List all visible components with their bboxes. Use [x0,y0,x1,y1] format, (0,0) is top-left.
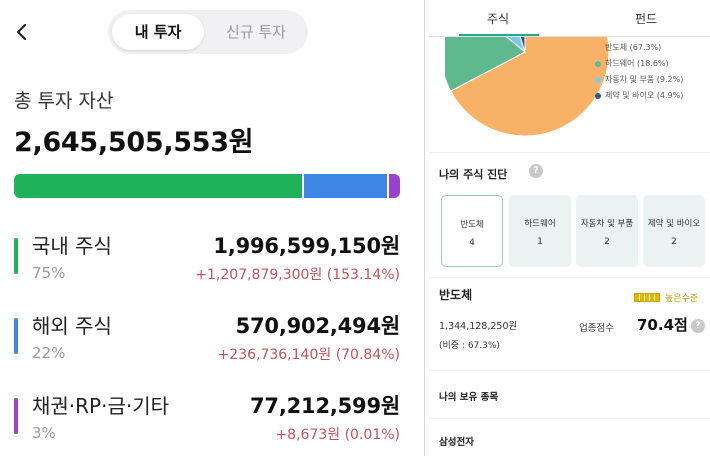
legend-dot [595,93,601,99]
sector-amount: 1,344,128,250원 [439,321,518,332]
asset-gain: +236,736,140원 (70.84%) [217,347,400,363]
tab-new-investment[interactable]: 신규 투자 [208,14,304,50]
asset-row-domestic-stock[interactable]: 국내 주식 75% 1,996,599,150원 +1,207,879,300원… [0,230,420,300]
right-panel: 주식 펀드 반도체 (67.3%) 하드웨어 (18.6%) 자동차 및 부품 … [429,0,710,456]
section-divider [429,370,710,371]
legend-item: 반도체 (67.3%) [595,40,683,56]
asset-percent: 22% [32,344,66,362]
legend-item: 하드웨어 (18.6%) [595,56,683,72]
sector-card-auto[interactable]: 자동차 및 부품 2 [576,195,638,267]
section-divider [429,277,710,278]
asset-percent: 75% [32,264,66,282]
asset-row-bond-rp-gold-other[interactable]: 채권·RP·금·기타 3% 77,212,599원 +8,673원 (0.01%… [0,390,420,456]
level-battery-icon [634,293,660,302]
sector-card-pharma-bio[interactable]: 제약 및 바이오 2 [643,195,705,267]
tab-stocks[interactable]: 주식 [487,10,509,27]
asset-name: 해외 주식 [32,314,112,338]
legend-dot [595,45,601,51]
total-assets-label: 총 투자 자산 [14,90,114,112]
section-divider [429,152,710,153]
left-panel: 내 투자 신규 투자 총 투자 자산 2,645,505,553원 국내 주식 … [0,0,420,456]
sector-card-hardware[interactable]: 하드웨어 1 [509,195,571,267]
asset-amount: 77,212,599원 [250,394,400,418]
legend-item: 자동차 및 부품 (9.2%) [595,72,683,88]
help-icon[interactable]: ? [529,164,543,178]
asset-color-line [14,238,18,274]
stock-diagnosis-title: 나의 주식 진단 [439,168,508,181]
asset-row-foreign-stock[interactable]: 해외 주식 22% 570,902,494원 +236,736,140원 (70… [0,310,420,380]
legend-label: 하드웨어 (18.6%) [605,59,669,68]
sector-card-count: 2 [671,237,677,247]
sector-card-name: 제약 및 바이오 [647,219,701,229]
holding-item[interactable]: 삼성전자 [439,434,474,448]
section-divider [429,418,710,419]
asset-amount: 1,996,599,150원 [213,234,400,258]
sector-card-name: 하드웨어 [524,219,556,229]
allocation-bar-segment [304,174,387,198]
legend-item: 제약 및 바이오 (4.9%) [595,88,683,104]
legend-label: 반도체 (67.3%) [605,43,662,52]
legend-dot [595,77,601,83]
right-tab-bar: 주식 펀드 [429,0,710,37]
tab-funds[interactable]: 펀드 [635,10,657,27]
total-assets-value: 2,645,505,553원 [14,127,254,158]
asset-gain: +8,673원 (0.01%) [275,427,400,443]
sector-card-semiconductor[interactable]: 반도체 4 [441,195,503,267]
sector-card-name: 자동차 및 부품 [580,219,634,229]
asset-amount: 570,902,494원 [235,314,401,338]
level-label: 높은수준 [665,294,699,304]
asset-gain: +1,207,879,300원 (153.14%) [195,267,400,283]
sector-score-value: 70.4점 [637,316,688,334]
sector-card-count: 2 [604,237,610,247]
tab-my-investment[interactable]: 내 투자 [112,14,204,50]
allocation-bar [14,174,400,198]
legend-label: 제약 및 바이오 (4.9%) [605,91,684,100]
chevron-left-icon[interactable] [10,20,34,44]
sector-card-count: 1 [537,237,543,247]
pie-legend: 반도체 (67.3%) 하드웨어 (18.6%) 자동차 및 부품 (9.2%)… [595,40,683,104]
sector-score-label: 업종점수 [579,323,614,334]
asset-color-line [14,318,18,354]
asset-color-line [14,398,18,434]
investment-segmented-control: 내 투자 신규 투자 [108,10,308,54]
asset-percent: 3% [32,424,56,442]
sector-card-count: 4 [469,238,475,248]
allocation-bar-segment [388,174,400,198]
my-holdings-title: 나의 보유 종목 [439,392,499,403]
asset-name: 국내 주식 [32,234,112,258]
active-tab-indicator [459,34,539,36]
asset-name: 채권·RP·금·기타 [32,394,170,418]
sector-detail-title: 반도체 [439,288,473,302]
allocation-bar-segment [14,174,303,198]
help-icon[interactable]: ? [691,319,705,333]
legend-label: 자동차 및 부품 (9.2%) [605,75,684,84]
legend-dot [595,61,601,67]
sector-card-name: 반도체 [460,220,484,230]
panel-divider [424,0,425,456]
sector-weight: (비중 : 67.3%) [439,341,500,351]
